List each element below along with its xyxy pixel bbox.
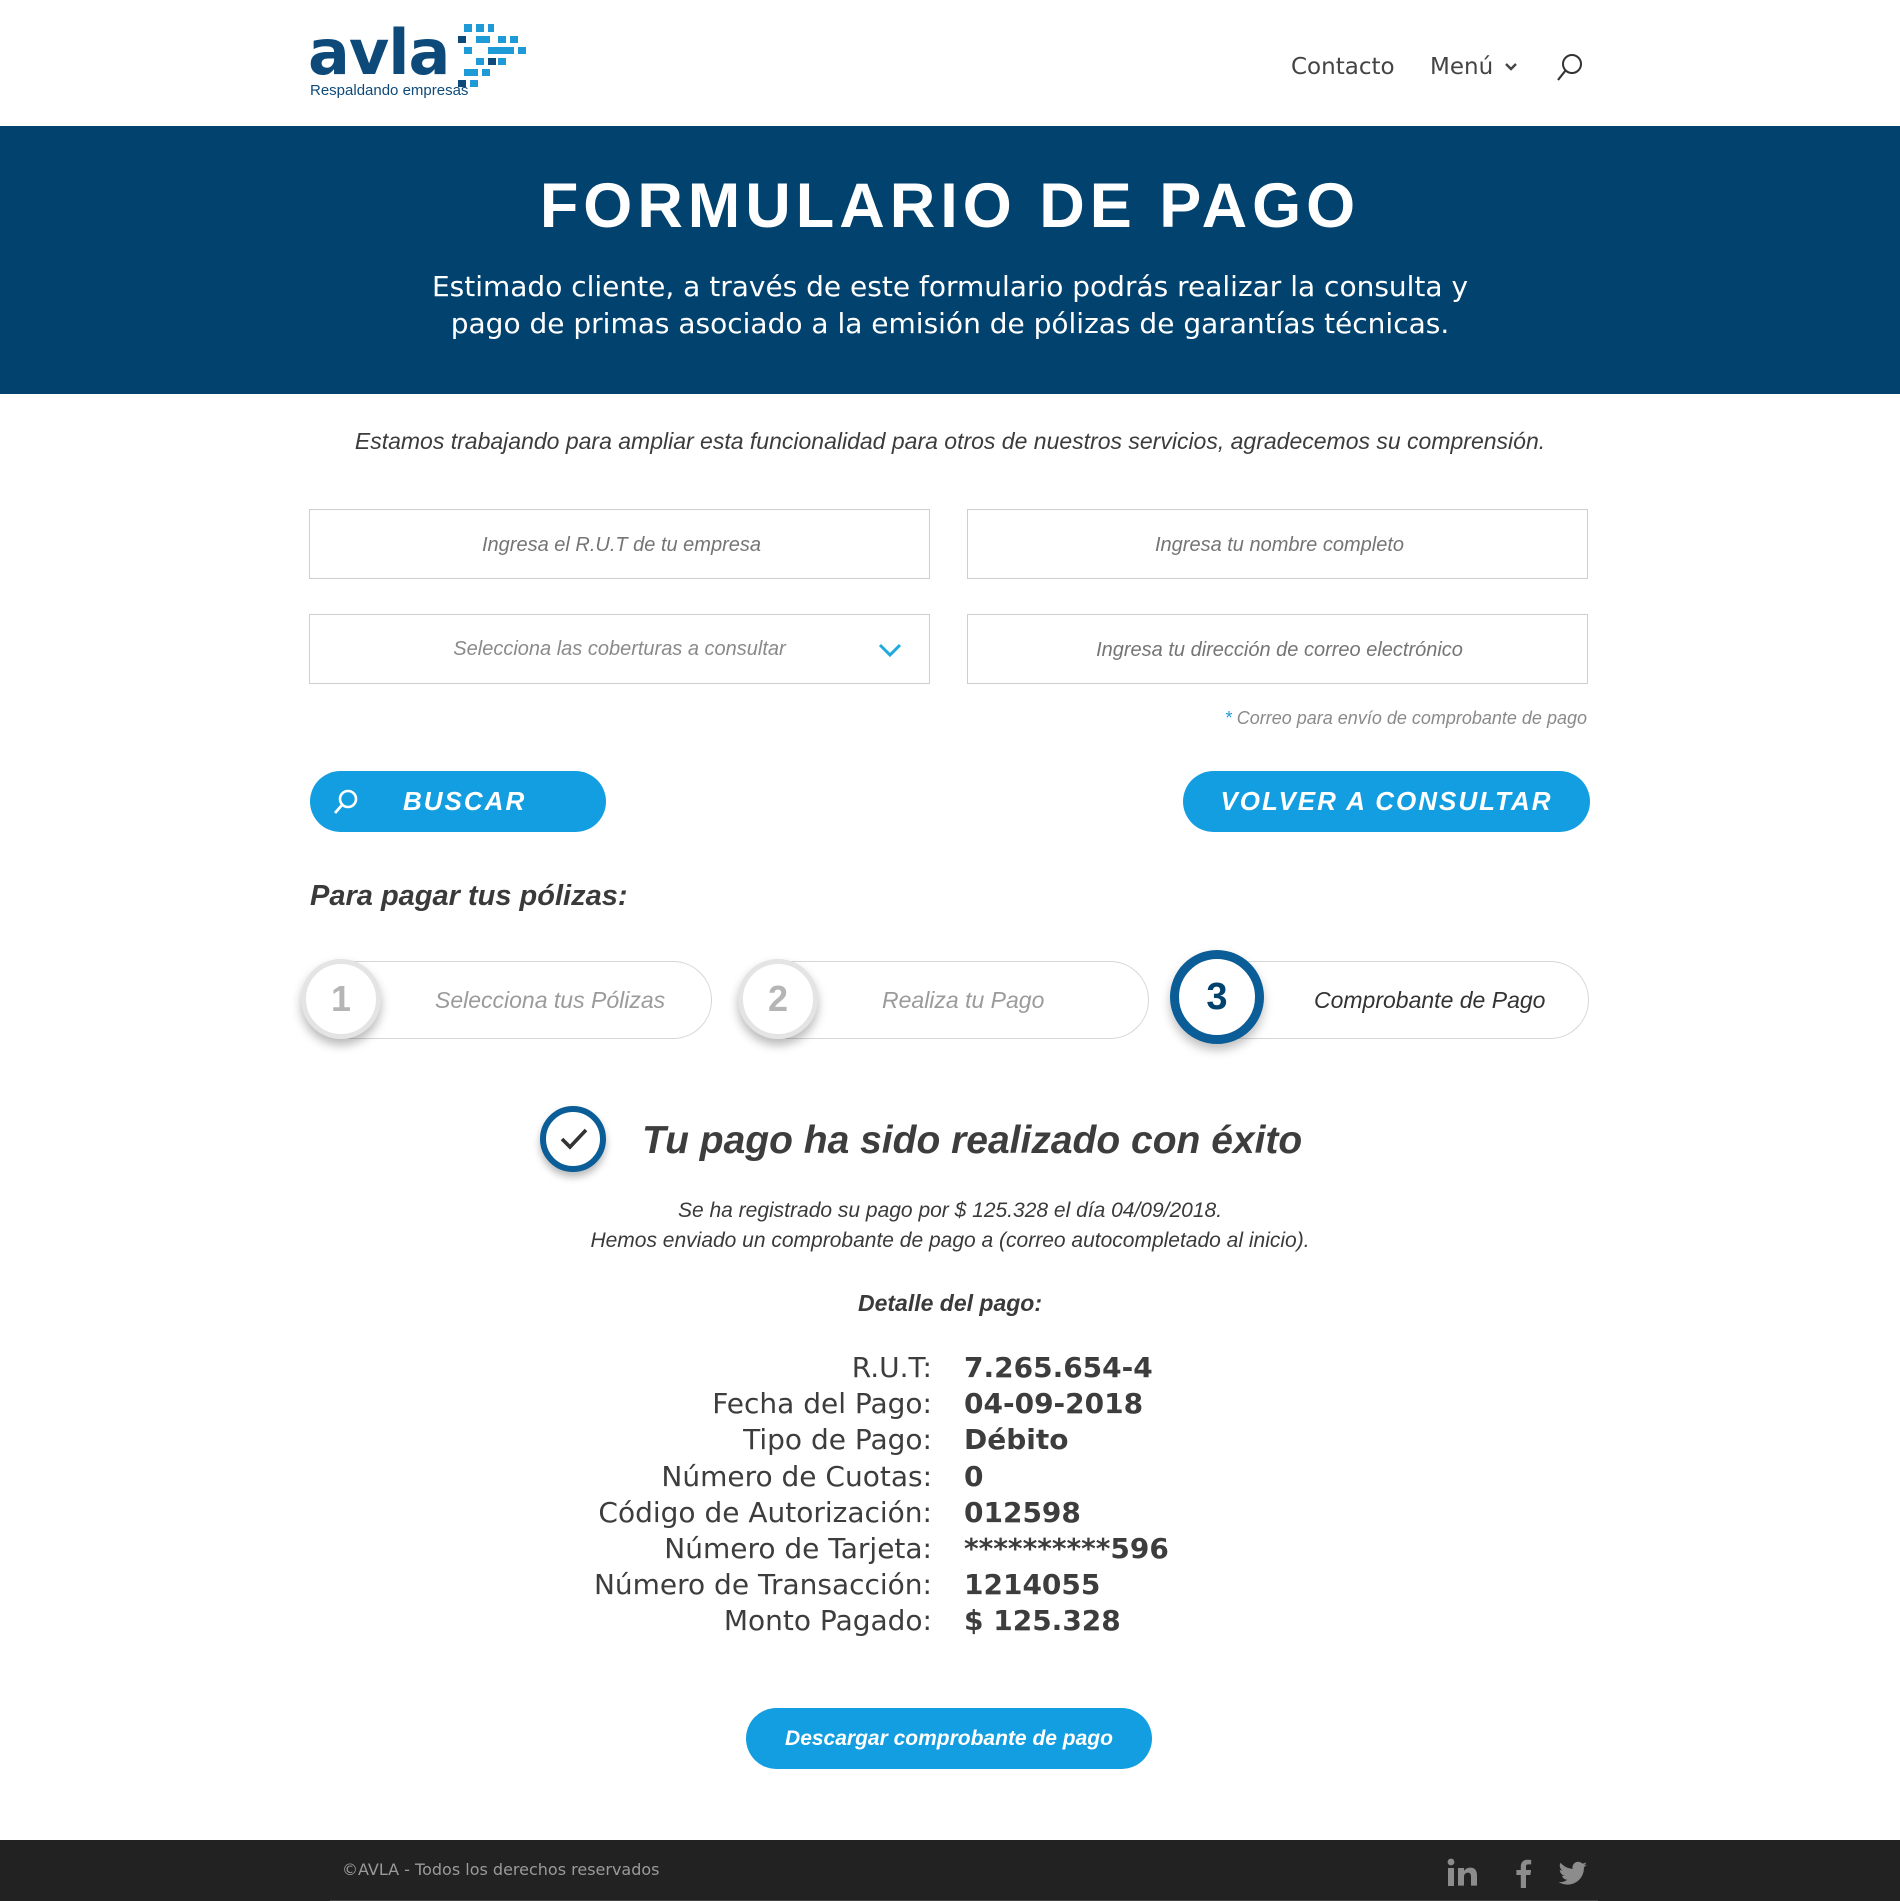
volver-a-consultar-button[interactable]: VOLVER A CONSULTAR <box>1183 771 1590 832</box>
detail-label-tarjeta: Número de Tarjeta: <box>664 1532 932 1566</box>
steps-title: Para pagar tus pólizas: <box>310 880 628 912</box>
step-number: 3 <box>1170 950 1264 1044</box>
search-icon[interactable] <box>1555 52 1585 86</box>
detail-value-autorizacion: 012598 <box>964 1495 1081 1529</box>
chevron-down-icon[interactable] <box>877 639 903 661</box>
twitter-icon[interactable] <box>1557 1858 1589 1888</box>
email-note-asterisk: * <box>1224 708 1232 728</box>
coverage-select-value: Selecciona las coberturas a consultar <box>453 638 786 660</box>
detail-label-monto: Monto Pagado: <box>723 1604 932 1638</box>
detail-value-fecha: 04-09-2018 <box>964 1387 1144 1421</box>
detail-label-rut: R.U.T: <box>851 1351 932 1384</box>
nav-menu[interactable]: Menú <box>1430 52 1493 82</box>
footer-copyright: ©AVLA - Todos los derechos reservados <box>342 1860 660 1879</box>
logo-tagline: Respaldando empresas <box>310 82 469 99</box>
success-message: Se ha registrado su pago por $ 125.328 e… <box>0 1196 1900 1256</box>
step-2: 2 Realiza tu Pago <box>738 959 1149 1039</box>
step-number: 2 <box>738 959 818 1039</box>
site-footer <box>0 1840 1900 1901</box>
detail-values: 7.265.654-4 04-09-2018 Débito 0 012598 *… <box>964 1350 1364 1640</box>
name-field[interactable] <box>967 509 1591 580</box>
rut-field[interactable] <box>309 509 933 580</box>
buscar-button[interactable]: BUSCAR <box>310 771 606 832</box>
chevron-down-icon[interactable] <box>1502 58 1520 76</box>
site-header: avla Respaldando empresas Contacto Menú <box>0 0 1900 126</box>
email-field[interactable] <box>967 614 1591 685</box>
logo-pixel-mark-icon <box>458 24 526 87</box>
detail-value-cuotas: 0 <box>964 1459 984 1493</box>
detail-value-tipo: Débito <box>964 1423 1069 1457</box>
buscar-label: BUSCAR <box>403 786 527 816</box>
detail-label-tipo: Tipo de Pago: <box>743 1423 932 1457</box>
checkmark-icon <box>560 1128 588 1150</box>
page-banner <box>0 126 1900 394</box>
step-1: 1 Selecciona tus Pólizas <box>301 959 712 1039</box>
step-number: 1 <box>301 959 381 1039</box>
detail-value-monto: $ 125.328 <box>964 1604 1121 1638</box>
notice-text: Estamos trabajando para ampliar esta fun… <box>354 428 1546 454</box>
banner-description: Estimado cliente, a través de este formu… <box>431 270 1469 340</box>
success-check-icon <box>540 1106 606 1172</box>
step-label: Selecciona tus Pólizas <box>435 987 666 1013</box>
success-title: Tu pago ha sido realizado con éxito <box>642 1119 1303 1162</box>
search-icon <box>333 789 358 814</box>
detail-label-autorizacion: Código de Autorización: <box>598 1495 932 1529</box>
page-title: FORMULARIO DE PAGO <box>539 171 1361 241</box>
step-label: Realiza tu Pago <box>882 987 1045 1013</box>
success-line-2: Hemos enviado un comprobante de pago a (… <box>590 1229 1310 1252</box>
detail-value-rut: 7.265.654-4 <box>964 1351 1153 1384</box>
step-label: Comprobante de Pago <box>1314 987 1546 1013</box>
detail-label-fecha: Fecha del Pago: <box>712 1387 932 1421</box>
nav-contacto[interactable]: Contacto <box>1291 52 1395 82</box>
rut-input[interactable] <box>310 510 933 580</box>
download-receipt-button[interactable]: Descargar comprobante de pago <box>746 1708 1152 1769</box>
coverage-select[interactable]: Selecciona las coberturas a consultar <box>309 614 930 684</box>
email-note-text: Correo para envío de comprobante de pago <box>1236 708 1587 728</box>
name-input[interactable] <box>968 510 1591 580</box>
detail-label-cuotas: Número de Cuotas: <box>661 1459 932 1493</box>
detail-labels: R.U.T: Fecha del Pago: Tipo de Pago: Núm… <box>500 1350 932 1640</box>
logo-wordmark: avla <box>308 16 450 89</box>
detail-label-transaccion: Número de Transacción: <box>593 1568 932 1602</box>
facebook-icon[interactable] <box>1508 1858 1540 1888</box>
step-3-active: 3 Comprobante de Pago <box>1170 950 1589 1044</box>
detail-value-transaccion: 1214055 <box>964 1568 1101 1602</box>
avla-logo[interactable]: avla Respaldando empresas <box>308 20 528 106</box>
success-line-1: Se ha registrado su pago por $ 125.328 e… <box>677 1199 1223 1222</box>
detail-value-tarjeta: **********596 <box>964 1532 1169 1566</box>
linkedin-icon[interactable] <box>1446 1858 1478 1888</box>
email-input[interactable] <box>968 615 1591 685</box>
detail-title: Detalle del pago: <box>857 1290 1043 1316</box>
email-note: * Correo para envío de comprobante de pa… <box>967 708 1587 729</box>
